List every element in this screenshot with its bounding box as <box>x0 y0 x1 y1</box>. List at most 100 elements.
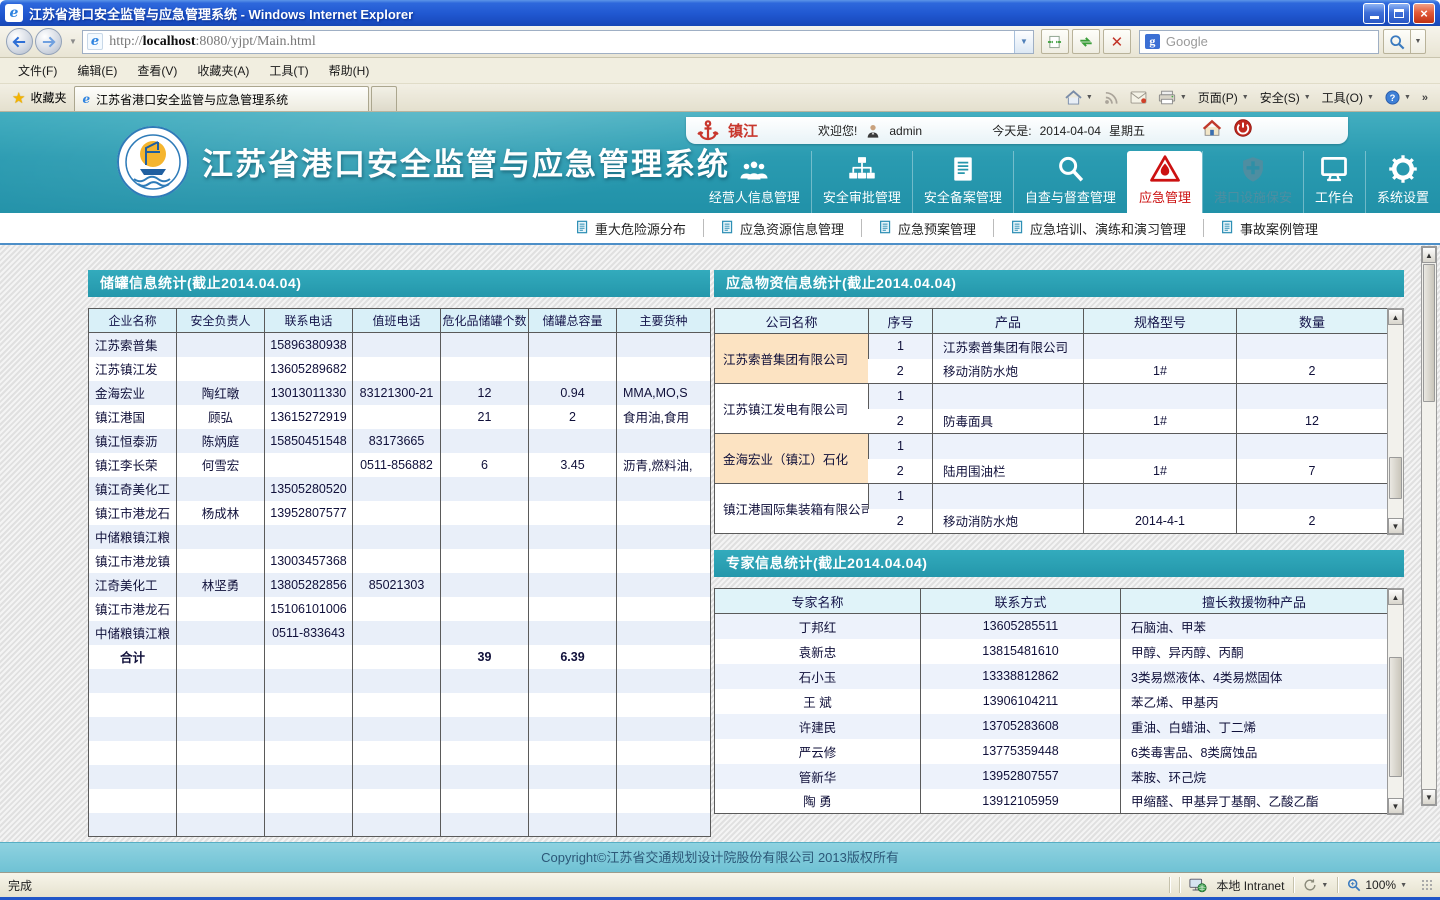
back-button[interactable] <box>6 28 33 55</box>
history-dropdown[interactable]: ▼ <box>69 37 77 46</box>
read-mail-button[interactable] <box>1130 91 1147 104</box>
command-menu-button[interactable]: 安全(S)▼ <box>1260 89 1311 106</box>
menu-item[interactable]: 工具(T) <box>259 58 318 83</box>
subnav-item[interactable]: 应急预案管理 <box>861 219 993 237</box>
column-header: 值班电话 <box>353 309 441 333</box>
nav-item-people[interactable]: 经营人信息管理 <box>698 151 811 213</box>
scroll-up-button[interactable]: ▲ <box>1388 309 1403 325</box>
menu-item[interactable]: 帮助(H) <box>319 58 380 83</box>
search-button[interactable] <box>1383 29 1411 54</box>
subnav-item[interactable]: 事故案例管理 <box>1203 219 1335 237</box>
logout-button[interactable] <box>1233 118 1253 143</box>
rss-button[interactable] <box>1104 90 1119 105</box>
table-cell: 6 <box>441 453 529 477</box>
username: admin <box>889 124 922 138</box>
tank-total-row: 合计396.39 <box>89 645 711 669</box>
column-header: 公司名称 <box>715 309 869 334</box>
help-button[interactable]: ? ▼ <box>1385 90 1411 105</box>
forward-button[interactable] <box>35 28 62 55</box>
nav-item-label: 工作台 <box>1315 187 1354 206</box>
nav-item-monitor[interactable]: 工作台 <box>1303 151 1365 213</box>
table-cell: 江苏镇江发 <box>89 357 177 381</box>
print-button[interactable]: ▼ <box>1158 90 1187 105</box>
new-tab-button[interactable] <box>371 86 397 111</box>
scroll-down-button[interactable]: ▼ <box>1388 518 1403 534</box>
nav-item-magnifier[interactable]: 自查与督查管理 <box>1013 151 1127 213</box>
scroll-thumb[interactable] <box>1423 264 1435 402</box>
table-cell: 陆用围油栏 <box>933 459 1084 484</box>
window-titlebar: e 江苏省港口安全监管与应急管理系统 - Windows Internet Ex… <box>0 0 1440 26</box>
favorites-bar: ★ 收藏夹 e 江苏省港口安全监管与应急管理系统 ▼ ▼ 页面(P)▼ 安全(S)… <box>0 84 1440 112</box>
table-cell <box>617 549 711 573</box>
refresh-button[interactable] <box>1072 29 1100 54</box>
scroll-up-button[interactable]: ▲ <box>1422 247 1436 263</box>
toolbar-overflow-button[interactable]: » <box>1422 92 1428 104</box>
subnav-item[interactable]: 应急资源信息管理 <box>703 219 861 237</box>
table-cell: 1 <box>869 434 933 459</box>
scroll-thumb[interactable] <box>1389 657 1402 777</box>
scroll-down-button[interactable]: ▼ <box>1388 798 1403 814</box>
scroll-up-button[interactable]: ▲ <box>1388 589 1403 605</box>
experts-scrollbar[interactable]: ▲ ▼ <box>1387 588 1404 815</box>
table-cell: 1# <box>1084 459 1237 484</box>
command-menu-button[interactable]: 工具(O)▼ <box>1322 89 1374 106</box>
scroll-thumb[interactable] <box>1389 457 1402 499</box>
search-input[interactable]: g Google <box>1139 30 1379 54</box>
address-input[interactable]: e http://localhost:8080/yjpt/Main.html ▼ <box>82 30 1034 54</box>
nav-item-document[interactable]: 安全备案管理 <box>912 151 1013 213</box>
home-shortcut-button[interactable] <box>1201 117 1223 144</box>
menu-item[interactable]: 文件(F) <box>8 58 67 83</box>
favorites-button[interactable]: ★ 收藏夹 <box>4 84 74 111</box>
column-header: 储罐总容量 <box>529 309 617 333</box>
menu-item[interactable]: 收藏夹(A) <box>187 58 259 83</box>
table-cell: 2 <box>1237 509 1388 534</box>
table-cell: 13615272919 <box>265 405 353 429</box>
table-cell: 移动消防水炮 <box>933 509 1084 534</box>
tank-empty-row <box>89 789 711 813</box>
nav-item-gear[interactable]: 系统设置 <box>1365 151 1440 213</box>
scroll-down-button[interactable]: ▼ <box>1422 789 1436 805</box>
restore-button[interactable] <box>1388 3 1410 24</box>
supplies-scrollbar[interactable]: ▲ ▼ <box>1387 308 1404 535</box>
table-cell <box>617 501 711 525</box>
table-cell <box>89 717 177 741</box>
nav-item-org-chart[interactable]: 安全审批管理 <box>811 151 912 213</box>
stop-button[interactable]: ✕ <box>1103 29 1131 54</box>
warning-triangle-icon <box>1149 154 1181 184</box>
table-cell: 镇江港国 <box>89 405 177 429</box>
table-cell: 镇江市港龙石 <box>89 597 177 621</box>
address-dropdown-button[interactable]: ▼ <box>1014 31 1033 53</box>
compatibility-view-button[interactable] <box>1041 29 1069 54</box>
table-cell: 中储粮镇江粮 <box>89 621 177 645</box>
protected-mode-button[interactable]: ▼ <box>1303 878 1328 892</box>
command-menu-button[interactable]: 页面(P)▼ <box>1198 89 1249 106</box>
resize-grip[interactable] <box>1422 880 1432 890</box>
subnav-item[interactable]: 重大危险源分布 <box>559 219 703 237</box>
table-cell: 1 <box>869 484 933 509</box>
subnav-item[interactable]: 应急培训、演练和演习管理 <box>993 219 1203 237</box>
search-options-dropdown[interactable]: ▼ <box>1411 29 1426 54</box>
nav-item-warning-triangle[interactable]: 应急管理 <box>1127 151 1202 213</box>
table-cell: MMA,MO,S <box>617 381 711 405</box>
close-button[interactable]: × <box>1413 3 1435 24</box>
table-cell <box>529 429 617 453</box>
menu-item[interactable]: 编辑(E) <box>67 58 127 83</box>
minimize-button[interactable] <box>1363 3 1385 24</box>
home-button[interactable]: ▼ <box>1065 90 1093 105</box>
nav-item-label: 港口设施保安 <box>1214 187 1292 206</box>
table-cell <box>353 813 441 837</box>
zoom-control[interactable]: 100% ▼ <box>1347 878 1407 892</box>
browser-tab[interactable]: e 江苏省港口安全监管与应急管理系统 <box>74 86 369 111</box>
user-avatar <box>865 123 881 139</box>
nav-item-shield[interactable]: 港口设施保安 <box>1202 151 1303 213</box>
table-cell: 重油、白蜡油、丁二烯 <box>1121 714 1388 739</box>
table-cell <box>353 765 441 789</box>
status-bar: 完成 本地 Intranet ▼ 100% ▼ <box>0 872 1440 900</box>
menu-item[interactable]: 查看(V) <box>127 58 187 83</box>
table-cell <box>265 789 353 813</box>
page-scrollbar[interactable]: ▲ ▼ <box>1421 246 1437 806</box>
favorites-label: 收藏夹 <box>30 89 66 106</box>
table-cell <box>177 693 265 717</box>
table-row: 江苏索普集团有限公司1江苏索普集团有限公司 <box>715 334 1388 359</box>
table-cell <box>441 813 529 837</box>
